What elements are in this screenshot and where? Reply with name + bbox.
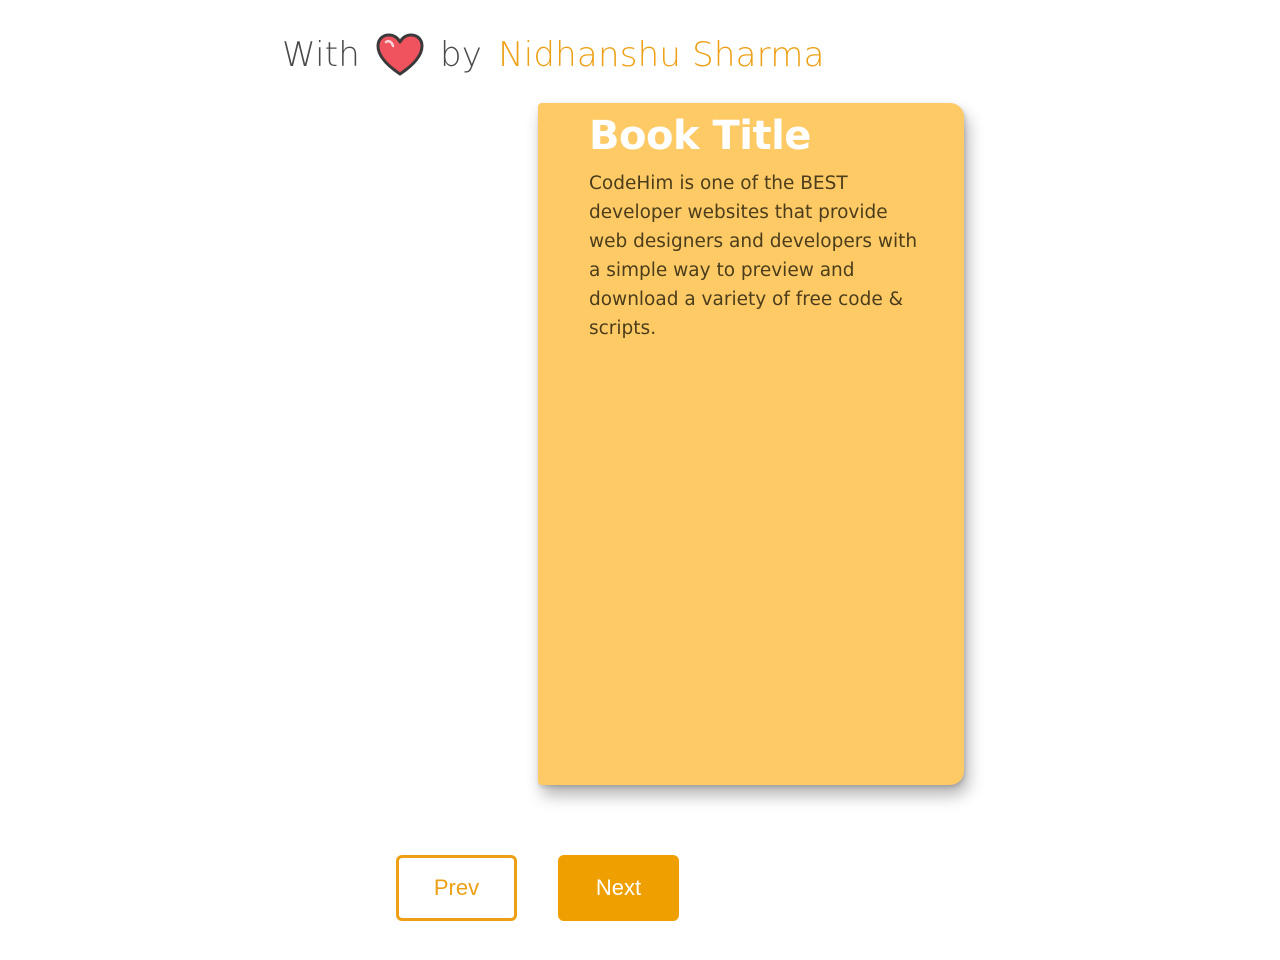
author-name[interactable]: Nidhanshu Sharma <box>498 35 825 75</box>
next-button[interactable]: Next <box>558 855 679 921</box>
prev-button[interactable]: Prev <box>396 855 517 921</box>
credit-line: With by Nidhanshu Sharma <box>282 30 825 80</box>
book-content: Book Title CodeHim is one of the BEST de… <box>589 111 919 343</box>
book-description: CodeHim is one of the BEST developer web… <box>589 173 918 339</box>
book-cover[interactable]: Book Title CodeHim is one of the BEST de… <box>538 103 964 785</box>
credit-by: by <box>440 35 483 75</box>
credit-prefix: With <box>282 35 360 75</box>
heart-icon <box>376 33 424 77</box>
book-title: Book Title <box>589 113 811 159</box>
page: With by Nidhanshu Sharma Book Title Code… <box>0 0 1280 960</box>
